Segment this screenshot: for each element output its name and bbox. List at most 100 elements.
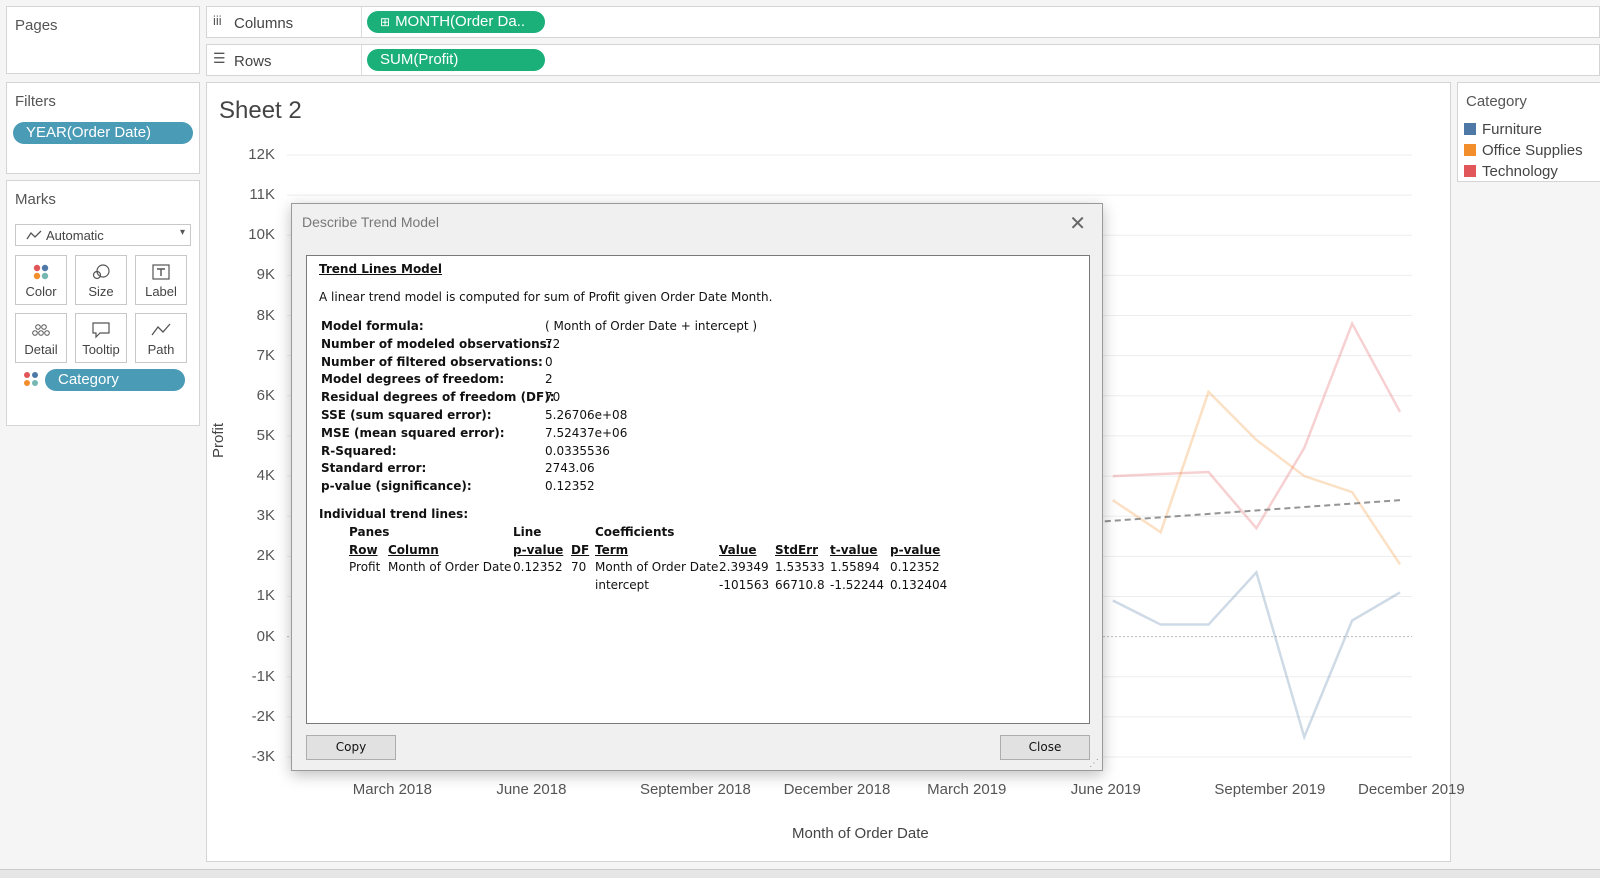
- group-line: Line: [513, 525, 542, 539]
- rows-pill[interactable]: SUM(Profit): [367, 49, 545, 71]
- stat-value: 72: [545, 336, 561, 351]
- stat-label: Residual degrees of freedom (DF):: [321, 390, 555, 405]
- col-value: Value: [719, 543, 757, 557]
- row2-term: intercept: [595, 578, 649, 592]
- color-icon: [24, 372, 38, 386]
- stat-label: p-value (significance):: [321, 479, 472, 494]
- filter-pill-year[interactable]: YEAR(Order Date): [13, 122, 193, 144]
- category-legend: Category Furniture Office Supplies Techn…: [1457, 82, 1600, 182]
- mark-type-dropdown[interactable]: Automatic ▾: [15, 224, 191, 246]
- row2-pvalue: 0.132404: [890, 578, 948, 592]
- category-color-pill[interactable]: Category: [45, 369, 185, 391]
- row1-stderr: 1.53533: [775, 560, 825, 574]
- stat-label: Standard error:: [321, 461, 427, 476]
- row1-term: Month of Order Date: [595, 560, 719, 574]
- size-icon: [92, 264, 110, 280]
- close-icon[interactable]: ✕: [1069, 211, 1086, 236]
- marks-title: Marks: [15, 191, 56, 208]
- x-tick-label: September 2018: [639, 781, 751, 798]
- detail-label: Detail: [24, 342, 58, 357]
- legend-item-furniture[interactable]: Furniture: [1464, 121, 1542, 138]
- y-tick-label: 8K: [256, 306, 275, 324]
- chevron-down-icon: ▾: [179, 227, 185, 238]
- x-tick-label: December 2018: [783, 781, 891, 798]
- size-button[interactable]: Size: [75, 255, 127, 305]
- stat-label: SSE (sum squared error):: [321, 408, 492, 422]
- series-line: [1112, 389, 1402, 566]
- tooltip-icon: [92, 322, 110, 339]
- row1-column: Month of Order Date: [388, 560, 512, 574]
- stat-value: 70: [545, 390, 561, 405]
- color-button[interactable]: Color: [15, 255, 67, 305]
- y-tick-label: 3K: [256, 507, 275, 525]
- stat-label: Model degrees of freedom:: [321, 372, 505, 387]
- stat-label: Number of filtered observations:: [321, 354, 543, 369]
- expand-icon: ⊞: [380, 15, 391, 29]
- row2-stderr: 66710.8: [775, 578, 825, 592]
- detail-button[interactable]: Detail: [15, 313, 67, 363]
- stat-value: 7.52437e+06: [545, 425, 628, 440]
- y-tick-label: -2K: [251, 707, 275, 725]
- legend-label: Office Supplies: [1482, 142, 1583, 159]
- y-tick-label: 0K: [256, 627, 275, 645]
- trend-line: [1064, 499, 1401, 526]
- y-tick-label: -3K: [251, 748, 275, 765]
- rows-label: Rows: [234, 53, 272, 70]
- y-tick-label: 12K: [248, 146, 275, 163]
- close-button[interactable]: Close: [1000, 735, 1090, 760]
- x-tick-label: March 2019: [927, 781, 1007, 798]
- trend-model-text: Trend Lines Model A linear trend model i…: [306, 255, 1090, 724]
- tooltip-button[interactable]: Tooltip: [75, 313, 127, 363]
- x-axis-title: Month of Order Date: [792, 825, 929, 842]
- group-coefficients: Coefficients: [595, 525, 675, 539]
- legend-item-technology[interactable]: Technology: [1464, 163, 1558, 180]
- y-axis-title: Profit: [210, 422, 227, 458]
- stat-value: 2743.06: [545, 461, 595, 476]
- columns-pill[interactable]: ⊞ MONTH(Order Da..: [367, 11, 545, 33]
- tooltip-label: Tooltip: [82, 342, 120, 357]
- y-tick-label: 1K: [256, 587, 275, 605]
- marks-panel: Marks Automatic ▾ Color Size Label Detai…: [6, 180, 200, 426]
- path-label: Path: [147, 342, 175, 357]
- columns-label: Columns: [234, 15, 294, 32]
- y-tick-label: 6K: [256, 386, 275, 404]
- y-tick-label: 5K: [256, 426, 275, 444]
- x-tick-label: June 2019: [1070, 781, 1141, 798]
- copy-button[interactable]: Copy: [306, 735, 396, 760]
- row1-df: 70: [571, 560, 587, 574]
- col-line-pvalue: p-value: [513, 543, 564, 557]
- col-pvalue: p-value: [890, 543, 941, 557]
- col-df: DF: [571, 543, 590, 557]
- x-tick-label: March 2018: [352, 781, 432, 798]
- resize-grip-icon[interactable]: ⋰: [1089, 758, 1099, 769]
- stat-value: 2: [545, 372, 553, 387]
- label-icon: [152, 264, 170, 280]
- col-stderr: StdErr: [775, 543, 819, 557]
- columns-pill-label: MONTH(Order Da..: [395, 13, 526, 30]
- col-term: Term: [595, 543, 629, 557]
- stat-value: 0: [545, 354, 553, 369]
- y-tick-label: 7K: [256, 346, 275, 364]
- stat-label: R-Squared:: [321, 443, 397, 458]
- stat-value: 5.26706e+08: [545, 408, 628, 422]
- individual-title: Individual trend lines:: [319, 507, 469, 521]
- path-icon: [151, 323, 171, 336]
- rows-shelf[interactable]: ☰ Rows SUM(Profit): [206, 44, 1600, 76]
- y-tick-label: 4K: [256, 467, 275, 485]
- row1-tvalue: 1.55894: [830, 560, 880, 574]
- columns-icon: iii: [213, 13, 222, 28]
- stat-value: 0.0335536: [545, 443, 610, 458]
- row2-tvalue: -1.52244: [830, 578, 884, 592]
- stat-value: ( Month of Order Date + intercept ): [545, 319, 758, 333]
- stat-value: 0.12352: [545, 479, 595, 494]
- path-button[interactable]: Path: [135, 313, 187, 363]
- label-button[interactable]: Label: [135, 255, 187, 305]
- pages-panel: Pages: [6, 6, 200, 74]
- legend-item-office-supplies[interactable]: Office Supplies: [1464, 142, 1583, 159]
- y-tick-label: 9K: [256, 266, 275, 284]
- columns-shelf[interactable]: iii Columns ⊞ MONTH(Order Da..: [206, 6, 1600, 38]
- legend-label: Furniture: [1482, 121, 1543, 138]
- legend-label: Technology: [1482, 163, 1558, 180]
- size-label: Size: [88, 284, 114, 299]
- model-intro: A linear trend model is computed for sum…: [319, 290, 773, 304]
